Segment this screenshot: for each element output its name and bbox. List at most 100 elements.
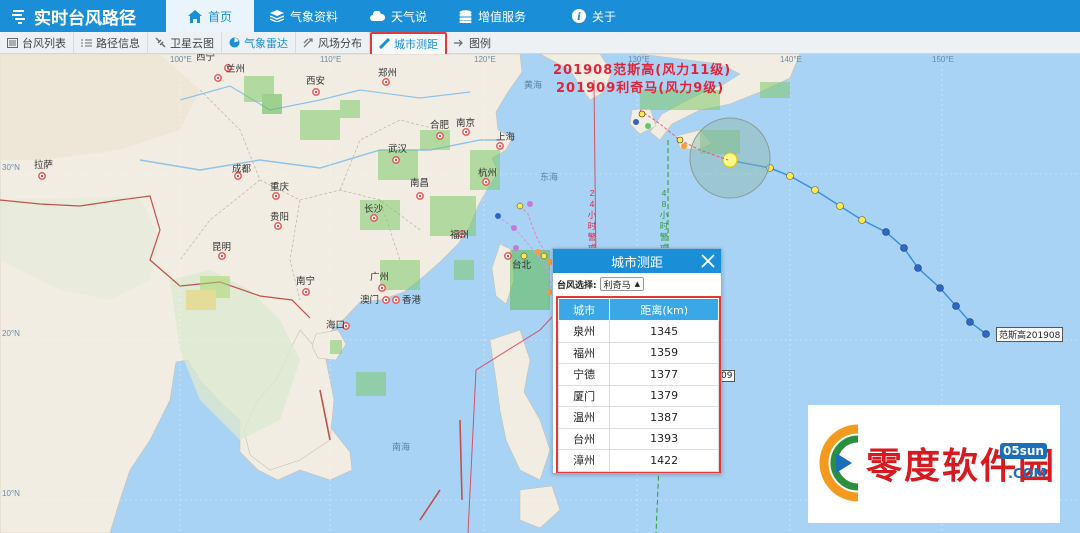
path-list-icon (81, 38, 92, 48)
lat-label: 20°N (2, 329, 20, 338)
panel-header: 城市测距 (553, 249, 721, 273)
legend-icon (454, 38, 465, 48)
tool-wind-field-label: 风场分布 (318, 36, 362, 50)
tab-about-label: 关于 (592, 9, 617, 24)
tab-about[interactable]: i 关于 (556, 0, 632, 32)
place-label: 南昌 (410, 177, 429, 189)
map-toolbar: 台风列表 路径信息 卫星云图 气象雷达 风场分布 城市测距 图例 (0, 31, 1080, 56)
place-label: 合肥 (430, 119, 450, 131)
home-icon (187, 9, 202, 23)
table-row[interactable]: 台州 1393 (557, 427, 719, 450)
satellite-icon (155, 37, 166, 48)
table-row[interactable]: 厦门 1379 (557, 384, 719, 407)
lon-label: 110°E (320, 55, 341, 64)
info-icon: i (572, 9, 587, 23)
watermark-badge-top: 05sun (1000, 443, 1047, 459)
app-brand[interactable]: 实时台风路径 (0, 0, 160, 32)
top-navigation-bar: 实时台风路径 首页 气象资料 天气说 增值服务 i 关于 (0, 0, 1080, 32)
app-title: 实时台风路径 (34, 8, 136, 29)
tab-weather-talk-label: 天气说 (391, 9, 428, 24)
place-label: 海口 (326, 319, 345, 331)
place-label: 福州 (450, 229, 469, 241)
cloud-icon (370, 11, 386, 21)
select-caret-icon: ▲ (634, 280, 641, 288)
tool-satellite[interactable]: 卫星云图 (148, 31, 222, 54)
typhoon-logo-icon (12, 10, 25, 24)
table-row[interactable]: 泉州 1345 (557, 320, 719, 343)
typhoon-select[interactable]: 利奇马 ▲ (599, 277, 645, 291)
typhoon-francisco-title: 201908范斯高(风力11级) (553, 63, 732, 78)
city-cell: 泉州 (557, 320, 611, 343)
tool-radar[interactable]: 气象雷达 (222, 31, 296, 54)
city-distance-panel: 城市测距 台风选择: 利奇马 ▲ 城市 距离(km) 泉州 1345 福州 13… (552, 248, 722, 474)
tab-home[interactable]: 首页 (166, 0, 254, 32)
typhoon-lekima-title: 201909利奇马(风力9级) (556, 81, 725, 96)
wind-icon (303, 37, 314, 48)
place-label: 拉萨 (34, 159, 54, 171)
place-label: 南宁 (296, 275, 315, 287)
lon-label: 100°E (170, 55, 192, 64)
place-label: 西安 (306, 75, 325, 87)
distance-cell: 1377 (609, 363, 719, 386)
column-header: 距离(km) (609, 298, 719, 321)
place-label: 兰州 (226, 63, 245, 75)
tool-city-distance[interactable]: 城市测距 (370, 31, 447, 56)
place-label: 上海 (496, 131, 516, 143)
table-row[interactable]: 宁德 1377 (557, 363, 719, 386)
sea-label: 黄海 (524, 79, 542, 90)
lat-label: 30°N (2, 163, 20, 172)
place-label: 成都 (232, 163, 252, 175)
place-label: 贵阳 (270, 211, 289, 223)
tab-weather-data[interactable]: 气象资料 (254, 0, 354, 32)
typhoon-end-label: 范斯高201908 (996, 327, 1064, 342)
place-label: 西宁 (196, 54, 215, 63)
place-label: 武汉 (388, 143, 408, 155)
distance-cell: 1379 (609, 384, 719, 407)
distance-cell: 1345 (609, 320, 719, 343)
column-header: 城市 (557, 298, 611, 321)
place-label: 香港 (402, 294, 422, 306)
city-cell: 温州 (557, 406, 611, 429)
tool-city-distance-label: 城市测距 (394, 37, 438, 51)
tool-path-info-label: 路径信息 (96, 36, 140, 50)
distance-cell: 1387 (609, 406, 719, 429)
place-label: 长沙 (364, 203, 384, 215)
sea-label: 南海 (392, 441, 410, 452)
lat-label: 10°N (2, 489, 20, 498)
radar-icon (229, 37, 240, 48)
distance-cell: 1393 (609, 427, 719, 450)
layers-icon (270, 10, 284, 22)
city-cell: 漳州 (557, 449, 611, 472)
tab-weather-data-label: 气象资料 (290, 9, 339, 24)
tool-legend[interactable]: 图例 (447, 32, 498, 54)
typhoon-select-label: 台风选择: (557, 280, 597, 291)
tool-typhoon-list[interactable]: 台风列表 (0, 31, 74, 54)
city-cell: 宁德 (557, 363, 611, 386)
site-watermark: 零度软件园 05sun .COM (808, 405, 1060, 523)
table-row[interactable]: 福州 1359 (557, 341, 719, 364)
tool-legend-label: 图例 (469, 36, 491, 50)
typhoon-select-value: 利奇马 (603, 280, 631, 291)
place-label: 澳门 (360, 294, 379, 306)
place-label: 昆明 (212, 242, 231, 253)
typhoon-selector-row: 台风选择: 利奇马 ▲ (553, 273, 721, 295)
table-row[interactable]: 温州 1387 (557, 406, 719, 429)
tool-satellite-label: 卫星云图 (170, 36, 214, 50)
tab-value-added[interactable]: 增值服务 (443, 0, 542, 32)
tab-home-label: 首页 (207, 9, 232, 24)
place-label: 郑州 (378, 67, 397, 79)
place-label: 广州 (370, 271, 389, 283)
typhoon-tracker-app: 实时台风路径 首页 气象资料 天气说 增值服务 i 关于 台风列表 路径信息 卫… (0, 0, 1080, 533)
tool-wind-field[interactable]: 风场分布 (296, 31, 370, 54)
distance-cell: 1422 (609, 449, 719, 472)
lon-label: 120°E (474, 55, 496, 64)
svg-text:i: i (577, 12, 581, 23)
panel-title: 城市测距 (610, 255, 663, 271)
tab-weather-talk[interactable]: 天气说 (354, 0, 443, 32)
close-icon[interactable] (701, 251, 715, 273)
tool-typhoon-list-label: 台风列表 (22, 36, 66, 50)
table-row[interactable]: 漳州 1422 (557, 449, 719, 472)
coins-icon (459, 9, 472, 23)
list-icon (7, 37, 18, 48)
tool-path-info[interactable]: 路径信息 (74, 31, 148, 54)
